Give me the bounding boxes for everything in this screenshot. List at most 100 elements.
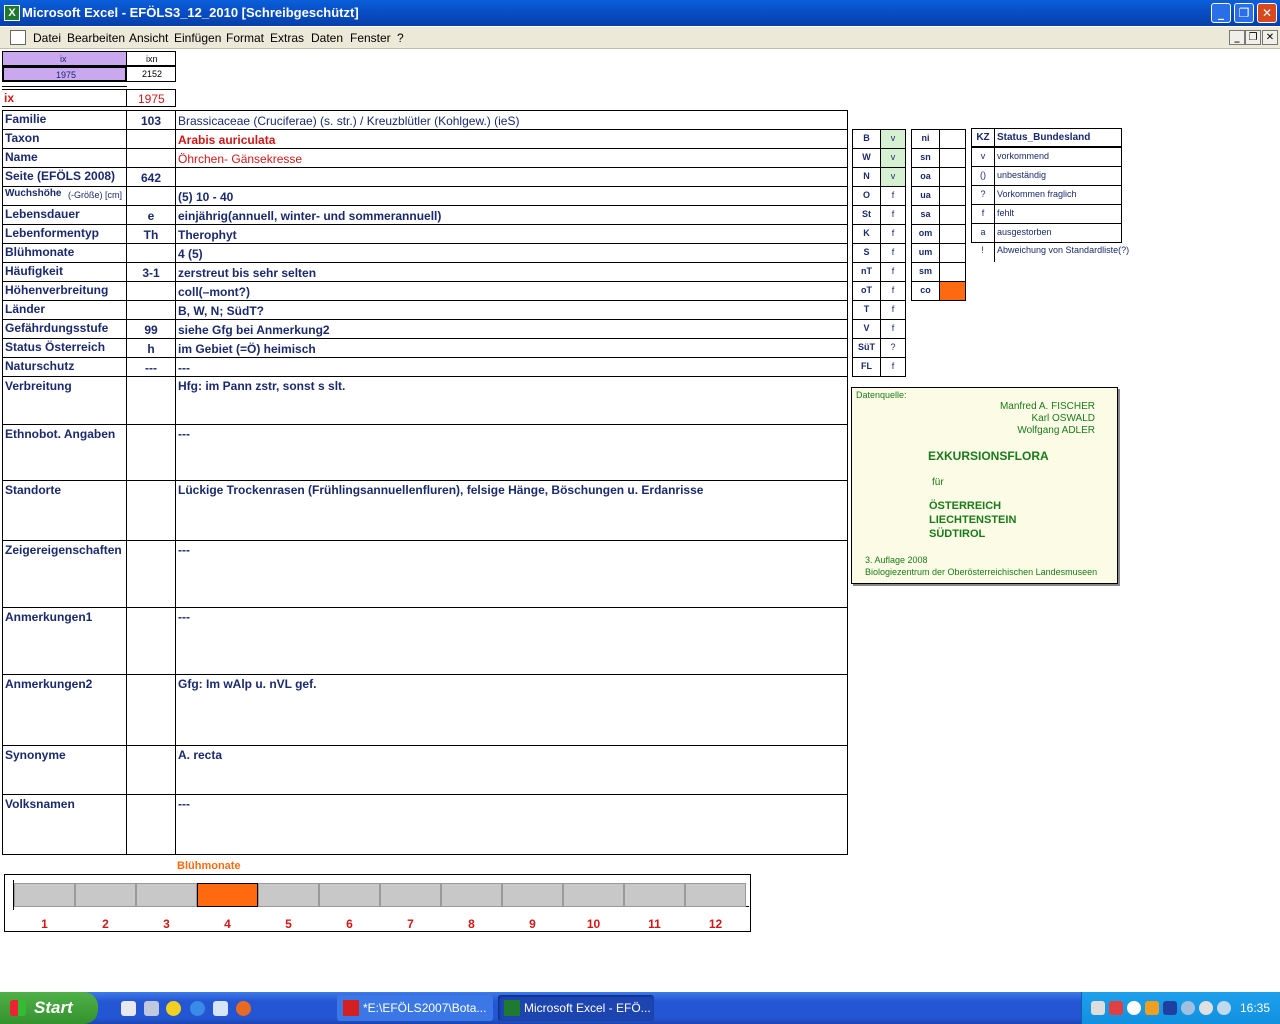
field-code-cell[interactable]: 3-1 (126, 262, 176, 282)
hoehen-status-cell[interactable] (939, 148, 966, 168)
minimize-button[interactable]: _ (1211, 3, 1231, 23)
big-field-value-cell[interactable]: Gfg: Im wAlp u. nVL gef. (175, 674, 848, 746)
field-label-cell[interactable]: Naturschutz (2, 357, 127, 377)
laender-status-cell[interactable]: f (880, 262, 906, 282)
menu-fenster[interactable]: Fenster (350, 31, 391, 45)
field-value-cell[interactable]: coll(–mont?) (175, 281, 848, 301)
hoehen-status-cell[interactable] (939, 224, 966, 244)
field-label-cell[interactable]: Gefährdungsstufe (2, 319, 127, 339)
hoehen-status-cell[interactable] (939, 243, 966, 263)
field-value-cell[interactable]: B, W, N; SüdT? (175, 300, 848, 320)
field-value-cell[interactable] (175, 167, 848, 187)
laender-status-cell[interactable]: f (880, 300, 906, 320)
laender-kz-cell[interactable]: N (852, 167, 881, 187)
laender-status-cell[interactable]: f (880, 357, 906, 377)
laender-kz-cell[interactable]: oT (852, 281, 881, 301)
laender-status-cell[interactable]: f (880, 186, 906, 206)
laender-status-cell[interactable]: f (880, 243, 906, 263)
field-value-cell[interactable]: im Gebiet (=Ö) heimisch (175, 338, 848, 358)
field-code-cell[interactable] (126, 300, 176, 320)
field-value-cell[interactable]: --- (175, 357, 848, 377)
laender-status-cell[interactable]: f (880, 205, 906, 225)
quicklaunch-icon-1[interactable] (121, 1001, 136, 1016)
field-label-cell[interactable]: Wuchshöhe (-Größe) [cm] (2, 186, 127, 206)
field-value-cell[interactable]: zerstreut bis sehr selten (175, 262, 848, 282)
hoehen-kz-cell[interactable]: um (911, 243, 940, 263)
field-label-cell[interactable]: Name (2, 148, 127, 168)
field-code-cell[interactable] (126, 186, 176, 206)
start-button[interactable]: Start (0, 992, 98, 1024)
laender-kz-cell[interactable]: St (852, 205, 881, 225)
big-field-value-cell[interactable]: Lückige Trockenrasen (Frühlingsannuellen… (175, 480, 848, 541)
hoehen-status-cell[interactable] (939, 129, 966, 149)
menu-help[interactable]: ? (397, 31, 404, 45)
worksheet[interactable]: ix ixn 1975 2152 ix 1975 Familie 103 Brass… (0, 50, 1280, 990)
ix-label-cell[interactable]: ix (2, 89, 127, 107)
ix-red-value-cell[interactable]: 1975 (126, 89, 176, 107)
laender-kz-cell[interactable]: FL (852, 357, 881, 377)
task-button-excel[interactable]: Microsoft Excel - EFÖ... (498, 995, 654, 1021)
field-label-cell[interactable]: Lebenformentyp (2, 224, 127, 244)
laender-kz-cell[interactable]: B (852, 129, 881, 149)
hoehen-kz-cell[interactable]: sn (911, 148, 940, 168)
tray-icon-4[interactable] (1145, 1001, 1159, 1015)
field-code-cell[interactable]: e (126, 205, 176, 225)
ixn-value-cell[interactable]: 2152 (126, 66, 176, 82)
menu-daten[interactable]: Daten (311, 31, 343, 45)
big-field-code-cell[interactable] (126, 424, 176, 481)
excel-app-icon[interactable]: X (4, 5, 20, 21)
tray-icon-6[interactable] (1181, 1001, 1195, 1015)
menu-einfuegen[interactable]: Einfügen (174, 31, 221, 45)
hoehen-status-cell[interactable] (939, 167, 966, 187)
hoehen-kz-cell[interactable]: ni (911, 129, 940, 149)
laender-status-cell[interactable]: f (880, 319, 906, 339)
big-field-label-cell[interactable]: Standorte (2, 480, 127, 541)
laender-status-cell[interactable]: f (880, 281, 906, 301)
big-field-value-cell[interactable]: --- (175, 424, 848, 481)
field-value-cell[interactable]: 4 (5) (175, 243, 848, 263)
close-button[interactable]: ✕ (1257, 3, 1277, 23)
quicklaunch-icon-2[interactable] (144, 1001, 159, 1016)
field-value-cell[interactable]: Therophyt (175, 224, 848, 244)
field-label-cell[interactable]: Lebensdauer (2, 205, 127, 225)
workbook-icon[interactable] (10, 30, 26, 45)
big-field-code-cell[interactable] (126, 607, 176, 675)
security-icon[interactable] (1109, 1001, 1123, 1015)
laender-kz-cell[interactable]: W (852, 148, 881, 168)
laender-status-cell[interactable]: ? (880, 338, 906, 358)
field-label-cell[interactable]: Blühmonate (2, 243, 127, 263)
field-value-cell[interactable]: siehe Gfg bei Anmerkung2 (175, 319, 848, 339)
doc-restore-button[interactable]: ❐ (1245, 30, 1261, 45)
laender-kz-cell[interactable]: V (852, 319, 881, 339)
big-field-label-cell[interactable]: Zeigereigenschaften (2, 540, 127, 608)
big-field-code-cell[interactable] (126, 480, 176, 541)
field-label-cell[interactable]: Status Österreich (2, 338, 127, 358)
network-icon[interactable] (1091, 1001, 1105, 1015)
volume-icon[interactable] (1217, 1001, 1231, 1015)
hoehen-status-cell[interactable] (939, 262, 966, 282)
hoehen-kz-cell[interactable]: sa (911, 205, 940, 225)
field-code-cell[interactable]: 642 (126, 167, 176, 187)
info-icon[interactable] (1199, 1001, 1213, 1015)
field-label-cell[interactable]: Familie (2, 110, 127, 130)
big-field-value-cell[interactable]: A. recta (175, 745, 848, 795)
laender-status-cell[interactable]: v (880, 148, 906, 168)
field-value-cell[interactable]: einjährig(annuell, winter- und sommerann… (175, 205, 848, 225)
field-code-cell[interactable] (126, 129, 176, 149)
big-field-code-cell[interactable] (126, 745, 176, 795)
ix-value-cell[interactable]: 1975 (2, 66, 127, 82)
menu-bearbeiten[interactable]: Bearbeiten (67, 31, 125, 45)
field-code-cell[interactable] (126, 243, 176, 263)
hoehen-status-cell[interactable] (939, 281, 966, 301)
big-field-label-cell[interactable]: Anmerkungen2 (2, 674, 127, 746)
media-player-icon[interactable] (166, 1001, 181, 1016)
field-label-cell[interactable]: Häufigkeit (2, 262, 127, 282)
field-code-cell[interactable] (126, 148, 176, 168)
search-icon[interactable] (1127, 1001, 1141, 1015)
field-code-cell[interactable]: 103 (126, 110, 176, 130)
menu-datei[interactable]: Datei (33, 31, 61, 45)
hoehen-kz-cell[interactable]: oa (911, 167, 940, 187)
big-field-value-cell[interactable]: --- (175, 540, 848, 608)
laender-status-cell[interactable]: v (880, 129, 906, 149)
field-label-cell[interactable]: Taxon (2, 129, 127, 149)
